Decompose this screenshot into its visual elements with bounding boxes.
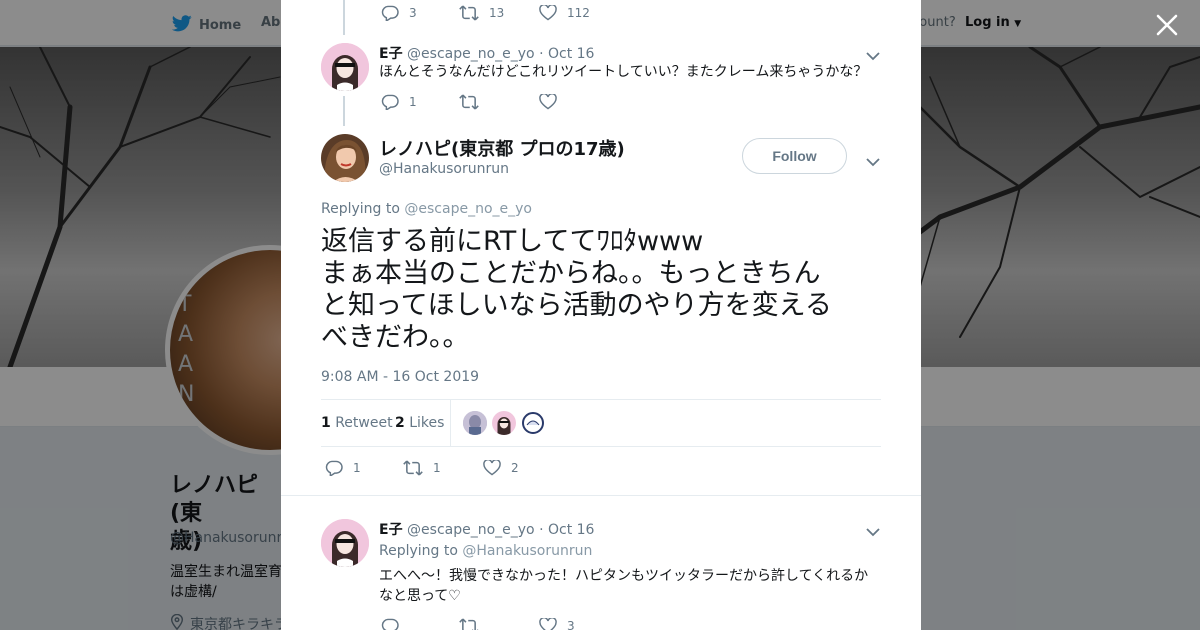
retweet-icon [459,618,479,630]
stats-divider [450,400,451,447]
section-divider [281,495,921,496]
retweet-button[interactable] [459,618,539,630]
reply-button[interactable]: 1 [325,460,403,476]
tweet-stats: 1 Retweet 2 Likes [321,399,881,447]
reply1-fullname[interactable]: E子 [379,46,403,62]
reply2-fullname[interactable]: E子 [379,522,403,538]
focused-tweet-actions: 1 1 2 [325,458,519,478]
retweet-button[interactable] [459,94,539,110]
reply1-name-line: E子 @escape_no_e_yo · Oct 16 [379,43,594,63]
parent-tweet-actions: 3 13 112 [381,3,590,23]
retweet-button[interactable]: 13 [459,5,539,21]
retweets-stat[interactable]: 1 Retweet [321,415,393,431]
reply-count: 3 [409,6,417,20]
e-ko-avatar[interactable] [321,43,369,91]
like-button[interactable] [539,94,567,110]
retweet-count: 13 [489,6,505,20]
retweets-label: Retweet [335,415,393,431]
liker-avatar[interactable] [492,411,516,435]
focused-tweet-timestamp[interactable]: 9:08 AM - 16 Oct 2019 [321,369,479,385]
thread-line [343,0,345,35]
reply-button[interactable]: 3 [381,5,459,21]
retweets-count: 1 [321,415,331,431]
reply2-separator: · [539,522,544,538]
like-icon [539,618,557,630]
retweet-icon [459,5,479,21]
follow-button[interactable]: Follow [742,138,847,174]
thread-line [343,96,345,126]
reply-count: 1 [353,461,361,475]
retweet-icon [459,94,479,110]
reply2-name-line: E子 @escape_no_e_yo · Oct 16 [379,519,594,539]
like-count: 2 [511,461,519,475]
reply2-actions: 3 [381,616,575,630]
reply2-replying-to: Replying to @Hanakusorunrun [379,543,592,559]
reply-icon [325,460,343,476]
liker-avatar[interactable] [521,411,545,435]
replying-to-handle[interactable]: @Hanakusorunrun [462,543,592,559]
liker-avatar[interactable] [463,411,487,435]
like-icon [539,94,557,110]
e-ko-avatar[interactable] [321,519,369,567]
replying-to-handle[interactable]: @escape_no_e_yo [404,201,532,217]
reply2-date[interactable]: Oct 16 [548,522,594,538]
reply1-text: ほんとそうなんだけどこれリツイートしていい？またクレーム来ちゃうかな？ [379,64,868,80]
reply-button[interactable]: 1 [381,94,459,110]
chevron-down-icon[interactable] [866,46,880,61]
focused-tweet-handle[interactable]: @Hanakusorunrun [379,161,509,177]
reply2-handle[interactable]: @escape_no_e_yo [407,522,535,538]
focused-tweet-fullname[interactable]: レノハピ(東京都 プロの17歳) [379,135,625,161]
reply-icon [381,618,399,630]
close-icon[interactable] [1154,12,1180,38]
focused-tweet-text: 返信する前にRTしててﾜﾛﾀwww まぁ本当のことだからね。。もっときちん と知… [321,226,832,353]
focused-replying-to: Replying to @escape_no_e_yo [321,201,532,217]
replying-to-prefix: Replying to [379,543,458,559]
reply2-text: エへへ〜！我慢できなかった！ハピタンもツイッタラーだから許してくれるかなと思って… [379,568,869,604]
chevron-down-icon[interactable] [866,152,880,167]
retweet-icon [403,460,423,476]
retweet-count: 1 [433,461,441,475]
like-button[interactable]: 2 [483,460,519,476]
reply1-actions: 1 [381,92,567,112]
likes-label: Likes [409,415,445,431]
retweet-button[interactable]: 1 [403,460,483,476]
reply1-date[interactable]: Oct 16 [548,46,594,62]
renohapi-avatar[interactable] [321,134,369,182]
like-button[interactable]: 112 [539,5,590,21]
reply1-separator: · [539,46,544,62]
reply-icon [381,5,399,21]
like-count: 112 [567,6,590,20]
replying-to-prefix: Replying to [321,201,400,217]
like-icon [483,460,501,476]
like-count: 3 [567,619,575,630]
likes-stat[interactable]: 2 Likes [395,415,444,431]
chevron-down-icon[interactable] [866,522,880,537]
reply-icon [381,94,399,110]
like-icon [539,5,557,21]
reply1-handle[interactable]: @escape_no_e_yo [407,46,535,62]
reply-button[interactable] [381,618,459,630]
like-button[interactable]: 3 [539,618,575,630]
likes-count: 2 [395,415,405,431]
tweet-permalink-modal: 3 13 112 E子 @escape_no_e_yo · Oct 16 ほんと… [281,0,921,630]
reply-count: 1 [409,95,417,109]
